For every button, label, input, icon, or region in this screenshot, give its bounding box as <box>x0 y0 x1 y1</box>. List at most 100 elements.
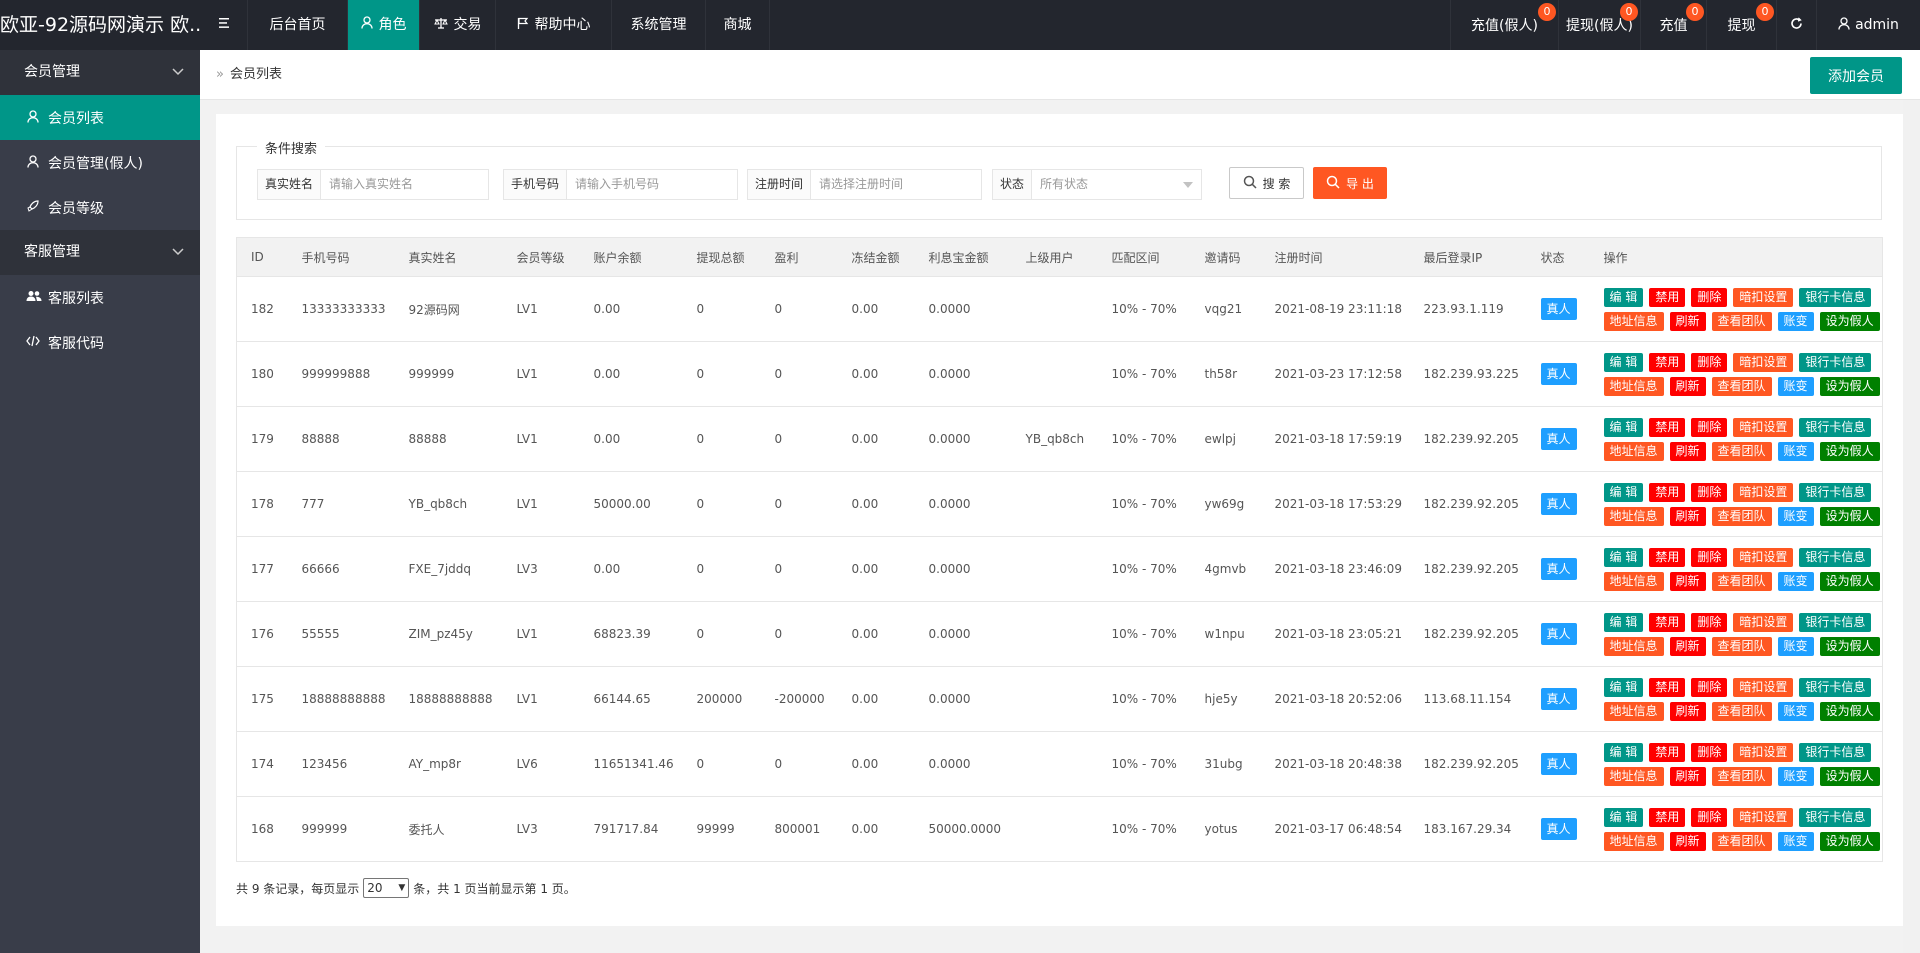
view-team-button[interactable]: 查看团队 <box>1711 506 1772 526</box>
bank-card-button[interactable]: 银行卡信息 <box>1799 612 1872 632</box>
nav-6[interactable]: 商城 <box>706 0 770 50</box>
set-fake-button[interactable]: 设为假人 <box>1819 701 1880 721</box>
refresh-button[interactable]: 刷新 <box>1669 376 1706 396</box>
refresh-button[interactable]: 刷新 <box>1669 831 1706 851</box>
address-button[interactable]: 地址信息 <box>1603 376 1664 396</box>
edit-button[interactable]: 编 辑 <box>1603 417 1644 437</box>
view-team-button[interactable]: 查看团队 <box>1711 701 1772 721</box>
view-team-button[interactable]: 查看团队 <box>1711 571 1772 591</box>
delete-button[interactable]: 删除 <box>1691 677 1728 697</box>
account-change-button[interactable]: 账变 <box>1777 701 1814 721</box>
address-button[interactable]: 地址信息 <box>1603 831 1664 851</box>
disable-button[interactable]: 禁用 <box>1649 547 1686 567</box>
view-team-button[interactable]: 查看团队 <box>1711 636 1772 656</box>
sidebar-item-0-0[interactable]: 会员列表 <box>0 95 200 140</box>
set-fake-button[interactable]: 设为假人 <box>1819 571 1880 591</box>
sidebar-group-1[interactable]: 客服管理 <box>0 230 200 275</box>
delete-button[interactable]: 删除 <box>1691 742 1728 762</box>
deduct-settings-button[interactable]: 暗扣设置 <box>1733 807 1794 827</box>
deduct-settings-button[interactable]: 暗扣设置 <box>1733 742 1794 762</box>
disable-button[interactable]: 禁用 <box>1649 677 1686 697</box>
add-member-button[interactable]: 添加会员 <box>1810 57 1902 94</box>
bank-card-button[interactable]: 银行卡信息 <box>1799 352 1872 372</box>
top-right-item-1[interactable]: 提现(假人) 0 <box>1558 0 1640 50</box>
top-right-item-0[interactable]: 充值(假人) 0 <box>1450 0 1558 50</box>
deduct-settings-button[interactable]: 暗扣设置 <box>1733 352 1794 372</box>
top-right-item-2[interactable]: 充值 0 <box>1640 0 1706 50</box>
refresh-button[interactable]: 刷新 <box>1669 636 1706 656</box>
edit-button[interactable]: 编 辑 <box>1603 352 1644 372</box>
phone-input[interactable]: 请输入手机号码 <box>567 170 737 199</box>
admin-menu[interactable]: admin <box>1816 0 1920 50</box>
refresh-button[interactable]: 刷新 <box>1669 311 1706 331</box>
account-change-button[interactable]: 账变 <box>1777 441 1814 461</box>
deduct-settings-button[interactable]: 暗扣设置 <box>1733 547 1794 567</box>
edit-button[interactable]: 编 辑 <box>1603 482 1644 502</box>
address-button[interactable]: 地址信息 <box>1603 571 1664 591</box>
top-right-item-3[interactable]: 提现 0 <box>1706 0 1776 50</box>
disable-button[interactable]: 禁用 <box>1649 807 1686 827</box>
status-select[interactable]: 所有状态 <box>1032 170 1201 199</box>
view-team-button[interactable]: 查看团队 <box>1711 376 1772 396</box>
bank-card-button[interactable]: 银行卡信息 <box>1799 417 1872 437</box>
delete-button[interactable]: 删除 <box>1691 482 1728 502</box>
sidebar-item-1-0[interactable]: 客服列表 <box>0 275 200 320</box>
deduct-settings-button[interactable]: 暗扣设置 <box>1733 417 1794 437</box>
account-change-button[interactable]: 账变 <box>1777 506 1814 526</box>
disable-button[interactable]: 禁用 <box>1649 417 1686 437</box>
view-team-button[interactable]: 查看团队 <box>1711 766 1772 786</box>
account-change-button[interactable]: 账变 <box>1777 376 1814 396</box>
set-fake-button[interactable]: 设为假人 <box>1819 766 1880 786</box>
delete-button[interactable]: 删除 <box>1691 352 1728 372</box>
bank-card-button[interactable]: 银行卡信息 <box>1799 482 1872 502</box>
disable-button[interactable]: 禁用 <box>1649 742 1686 762</box>
address-button[interactable]: 地址信息 <box>1603 701 1664 721</box>
account-change-button[interactable]: 账变 <box>1777 636 1814 656</box>
deduct-settings-button[interactable]: 暗扣设置 <box>1733 482 1794 502</box>
refresh-button[interactable]: 刷新 <box>1669 571 1706 591</box>
delete-button[interactable]: 删除 <box>1691 417 1728 437</box>
bank-card-button[interactable]: 银行卡信息 <box>1799 287 1872 307</box>
view-team-button[interactable]: 查看团队 <box>1711 831 1772 851</box>
search-button[interactable]: 搜 索 <box>1229 167 1304 199</box>
delete-button[interactable]: 删除 <box>1691 807 1728 827</box>
nav-3[interactable]: 交易 <box>420 0 496 50</box>
account-change-button[interactable]: 账变 <box>1777 571 1814 591</box>
edit-button[interactable]: 编 辑 <box>1603 807 1644 827</box>
set-fake-button[interactable]: 设为假人 <box>1819 311 1880 331</box>
account-change-button[interactable]: 账变 <box>1777 766 1814 786</box>
account-change-button[interactable]: 账变 <box>1777 831 1814 851</box>
disable-button[interactable]: 禁用 <box>1649 482 1686 502</box>
account-change-button[interactable]: 账变 <box>1777 311 1814 331</box>
set-fake-button[interactable]: 设为假人 <box>1819 831 1880 851</box>
bank-card-button[interactable]: 银行卡信息 <box>1799 807 1872 827</box>
breadcrumb-current[interactable]: 会员列表 <box>230 67 282 82</box>
address-button[interactable]: 地址信息 <box>1603 636 1664 656</box>
set-fake-button[interactable]: 设为假人 <box>1819 636 1880 656</box>
disable-button[interactable]: 禁用 <box>1649 352 1686 372</box>
sidebar-item-0-1[interactable]: 会员管理(假人) <box>0 140 200 185</box>
refresh-button[interactable]: 刷新 <box>1669 506 1706 526</box>
nav-5[interactable]: 系统管理 <box>612 0 706 50</box>
address-button[interactable]: 地址信息 <box>1603 441 1664 461</box>
sidebar-item-0-2[interactable]: 会员等级 <box>0 185 200 230</box>
refresh-button[interactable]: 刷新 <box>1669 701 1706 721</box>
nav-4[interactable]: 帮助中心 <box>496 0 612 50</box>
refresh-button[interactable] <box>1776 0 1816 50</box>
edit-button[interactable]: 编 辑 <box>1603 742 1644 762</box>
set-fake-button[interactable]: 设为假人 <box>1819 506 1880 526</box>
edit-button[interactable]: 编 辑 <box>1603 677 1644 697</box>
delete-button[interactable]: 删除 <box>1691 287 1728 307</box>
bank-card-button[interactable]: 银行卡信息 <box>1799 742 1872 762</box>
refresh-button[interactable]: 刷新 <box>1669 766 1706 786</box>
nav-1[interactable]: 后台首页 <box>248 0 348 50</box>
address-button[interactable]: 地址信息 <box>1603 311 1664 331</box>
edit-button[interactable]: 编 辑 <box>1603 612 1644 632</box>
deduct-settings-button[interactable]: 暗扣设置 <box>1733 287 1794 307</box>
sidebar-group-0[interactable]: 会员管理 <box>0 50 200 95</box>
edit-button[interactable]: 编 辑 <box>1603 287 1644 307</box>
deduct-settings-button[interactable]: 暗扣设置 <box>1733 677 1794 697</box>
register-time-input[interactable]: 请选择注册时间 <box>811 170 981 199</box>
page-scrollbar[interactable] <box>1903 100 1920 953</box>
bank-card-button[interactable]: 银行卡信息 <box>1799 677 1872 697</box>
